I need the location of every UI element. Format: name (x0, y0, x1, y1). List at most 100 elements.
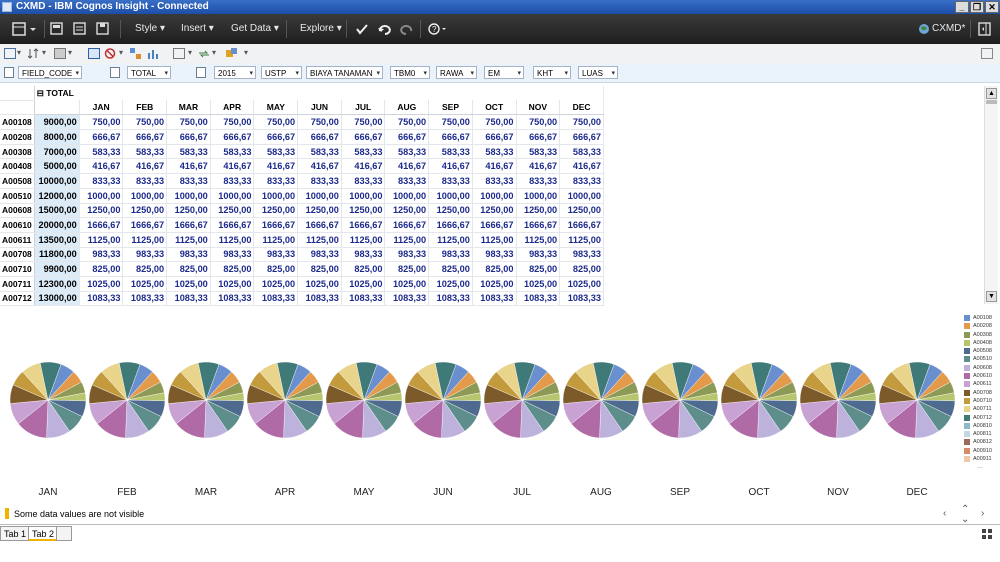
new-tab-icon[interactable] (56, 526, 72, 541)
crosstab-table: ⊟ TOTAL JAN FEB MAR APR MAY JUN JUL AUG SEP OCT NOV… (0, 86, 605, 307)
sort-icon[interactable] (27, 48, 40, 59)
tab-1[interactable]: Tab 1 (0, 526, 31, 541)
panel-toggle-icon[interactable] (977, 14, 993, 44)
rawa-dropdown[interactable]: RAWA ▾ (436, 66, 477, 79)
tbm0-dropdown[interactable]: TBM0 ▾ (390, 66, 430, 79)
legend-item[interactable]: A00812 (962, 438, 998, 446)
checkmark-icon[interactable] (355, 14, 369, 44)
minimize-button[interactable]: _ (955, 1, 969, 13)
grid-view-icon[interactable] (982, 529, 992, 539)
pie-jun[interactable] (404, 361, 482, 439)
explore-menu[interactable]: Explore ▾ (300, 14, 342, 44)
legend-label: A00810 (973, 422, 992, 429)
swap-icon[interactable] (130, 48, 142, 59)
no-entry-icon[interactable] (104, 48, 116, 59)
save-icon[interactable] (96, 14, 110, 44)
pie-aug[interactable] (562, 361, 640, 439)
pie-may[interactable] (325, 361, 403, 439)
legend-item[interactable]: A00711 (962, 405, 998, 413)
maximize-widget-icon[interactable] (981, 48, 993, 59)
redo-icon[interactable] (400, 14, 414, 44)
layout-dropdown-arrow[interactable]: ▾ (17, 48, 21, 57)
scroll-down-button[interactable]: ▼ (986, 291, 997, 302)
legend-item[interactable]: A00710 (962, 397, 998, 405)
total-dropdown[interactable]: TOTAL ▾ (127, 66, 171, 79)
window-title: CXMD - IBM Cognos Insight - Connected (16, 1, 209, 12)
biaya-tanaman-dropdown[interactable]: BIAYA TANAMAN ▾ (306, 66, 383, 79)
value-cell: 416,67 (122, 158, 168, 175)
month-header: AUG (384, 100, 430, 116)
year-dropdown[interactable]: 2015 ▾ (214, 66, 256, 79)
legend-item[interactable]: A00508 (962, 347, 998, 355)
chart-icon[interactable] (147, 48, 159, 59)
legend-item[interactable]: A00910 (962, 447, 998, 455)
ustp-dropdown[interactable]: USTP ▾ (261, 66, 302, 79)
em-dropdown[interactable]: EM ▾ (484, 66, 524, 79)
scroll-up-button[interactable]: ▲ (986, 88, 997, 99)
legend-item[interactable]: A00308 (962, 331, 998, 339)
insert-menu[interactable]: Insert ▾ (181, 14, 214, 44)
legend-more[interactable]: ... (962, 463, 998, 470)
nav-left-icon[interactable]: ‹ (943, 506, 946, 522)
pie-dec[interactable] (878, 361, 956, 439)
legend-item[interactable]: A00611 (962, 380, 998, 388)
kht-dropdown[interactable]: KHT ▾ (533, 66, 571, 79)
pie-feb[interactable] (88, 361, 166, 439)
pie-chart-panel (9, 361, 956, 439)
pie-sep[interactable] (641, 361, 719, 439)
pie-mar[interactable] (167, 361, 245, 439)
legend-item[interactable]: A00712 (962, 414, 998, 422)
field-code-dropdown[interactable]: FIELD_CODE ▾ (18, 66, 82, 79)
crosstab-icon[interactable] (88, 48, 100, 59)
grid-options-icon[interactable] (54, 48, 66, 59)
value-cell: 833,33 (384, 173, 430, 189)
main-toolbar: Style ▾ Insert ▾ Get Data ▾ Explore ▾ ? … (0, 14, 1000, 44)
legend-item[interactable]: A00911 (962, 455, 998, 463)
connection-label[interactable]: CXMD* (932, 14, 965, 44)
legend-item[interactable]: A00208 (962, 322, 998, 330)
legend-item[interactable]: A00610 (962, 372, 998, 380)
style-menu[interactable]: Style ▾ (135, 14, 165, 44)
month-header: APR (210, 100, 255, 116)
tab-2[interactable]: Tab 2 (28, 526, 59, 541)
app-menu-button[interactable] (6, 14, 40, 44)
get-data-menu[interactable]: Get Data ▾ (231, 14, 279, 44)
value-cell: 750,00 (297, 114, 342, 131)
legend-item[interactable]: A00811 (962, 430, 998, 438)
pie-apr[interactable] (246, 361, 324, 439)
restore-button[interactable]: ❐ (970, 1, 984, 13)
pie-jul[interactable] (483, 361, 561, 439)
legend-item[interactable]: A00108 (962, 314, 998, 322)
legend-item[interactable]: A00510 (962, 355, 998, 363)
collapse-icon[interactable]: ⊟ (37, 88, 44, 98)
close-button[interactable]: ✕ (985, 1, 999, 13)
pie-jan[interactable] (9, 361, 87, 439)
value-cell: 416,67 (166, 158, 211, 175)
legend-item[interactable]: A00408 (962, 339, 998, 347)
value-cell: 1250,00 (516, 203, 561, 219)
undo-icon[interactable] (377, 14, 391, 44)
luas-dropdown[interactable]: LUAS ▾ (578, 66, 618, 79)
pie-oct[interactable] (720, 361, 798, 439)
pie-nov[interactable] (799, 361, 877, 439)
nav-right-icon[interactable]: › (981, 506, 984, 522)
value-cell: 583,33 (253, 144, 299, 160)
value-cell: 583,33 (79, 144, 124, 160)
scroll-thumb[interactable] (986, 100, 997, 104)
help-icon[interactable]: ? (428, 14, 448, 44)
value-cell: 1666,67 (472, 217, 517, 233)
pie-category-label: MAR (194, 487, 218, 498)
table-icon[interactable] (173, 48, 185, 59)
value-cell: 983,33 (472, 247, 517, 263)
legend-item[interactable]: A00810 (962, 422, 998, 430)
highlight-icon[interactable] (226, 48, 238, 59)
legend-item[interactable]: A00708 (962, 389, 998, 397)
value-cell: 825,00 (428, 261, 473, 277)
legend-item[interactable]: A00608 (962, 364, 998, 372)
layout-icon[interactable] (4, 48, 16, 59)
new-icon[interactable] (50, 14, 64, 44)
arrows-icon[interactable] (198, 48, 210, 59)
vertical-scrollbar[interactable]: ▲ ▼ (984, 86, 998, 304)
open-icon[interactable] (73, 14, 87, 44)
value-cell: 1000,00 (516, 188, 561, 204)
